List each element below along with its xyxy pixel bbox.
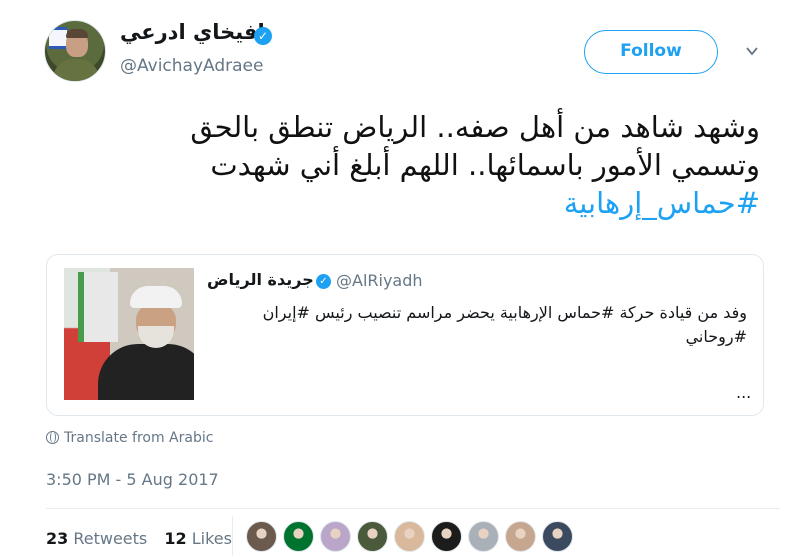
liker-avatars <box>246 521 573 552</box>
quoted-text-line: #روحاني <box>685 327 747 346</box>
liker-avatar[interactable] <box>468 521 499 552</box>
likes-count: 12 <box>164 529 187 548</box>
quoted-tweet-image[interactable] <box>64 268 194 400</box>
tweet-hashtag[interactable]: #حماس_إرهابية <box>60 184 760 222</box>
tweet-timestamp[interactable]: 3:50 PM - 5 Aug 2017 <box>46 470 219 489</box>
flag-graphic <box>49 27 67 49</box>
globe-icon <box>46 431 59 444</box>
quoted-display-name[interactable]: جريدة الرياض <box>207 270 314 289</box>
author-handle[interactable]: @AvichayAdraee <box>120 56 263 76</box>
liker-avatar[interactable] <box>283 521 314 552</box>
tweet-line: وتسمي الأمور باسمائها.. اللهم أبلغ أني ش… <box>210 148 760 182</box>
stats-separator <box>232 516 233 556</box>
quoted-tweet-text: وفد من قيادة حركة #حماس الإرهابية يحضر م… <box>207 301 747 349</box>
verified-badge-icon: ✓ <box>254 27 272 45</box>
tweet-text: وشهد شاهد من أهل صفه.. الرياض تنطق بالحق… <box>60 108 760 222</box>
likes-stat[interactable]: 12 Likes <box>164 529 232 548</box>
translate-label: Translate from Arabic <box>64 430 214 446</box>
liker-avatar[interactable] <box>394 521 425 552</box>
quoted-ellipsis: ... <box>736 383 752 402</box>
verified-badge-icon: ✓ <box>316 274 331 289</box>
tweet-line: وشهد شاهد من أهل صفه.. الرياض تنطق بالحق <box>190 110 760 144</box>
liker-avatar[interactable] <box>320 521 351 552</box>
quoted-handle[interactable]: @AlRiyadh <box>336 271 423 290</box>
liker-avatar[interactable] <box>505 521 536 552</box>
liker-avatar[interactable] <box>357 521 388 552</box>
chevron-down-icon[interactable] <box>745 44 759 58</box>
tweet-stats: 23 Retweets 12 Likes <box>46 529 244 548</box>
author-avatar[interactable] <box>44 20 106 82</box>
retweets-count: 23 <box>46 529 69 548</box>
quoted-tweet-card[interactable]: جريدة الرياض ✓ @AlRiyadh وفد من قيادة حر… <box>46 254 764 416</box>
likes-label: Likes <box>191 529 232 548</box>
quoted-text-line: وفد من قيادة حركة #حماس الإرهابية يحضر م… <box>262 303 747 322</box>
retweets-label: Retweets <box>73 529 148 548</box>
liker-avatar[interactable] <box>542 521 573 552</box>
retweets-stat[interactable]: 23 Retweets <box>46 529 147 548</box>
author-display-name[interactable]: افيخاي ادرعي <box>120 20 265 44</box>
translate-link[interactable]: Translate from Arabic <box>46 430 213 446</box>
liker-avatar[interactable] <box>246 521 277 552</box>
follow-button[interactable]: Follow <box>584 30 718 74</box>
divider <box>46 508 780 509</box>
liker-avatar[interactable] <box>431 521 462 552</box>
